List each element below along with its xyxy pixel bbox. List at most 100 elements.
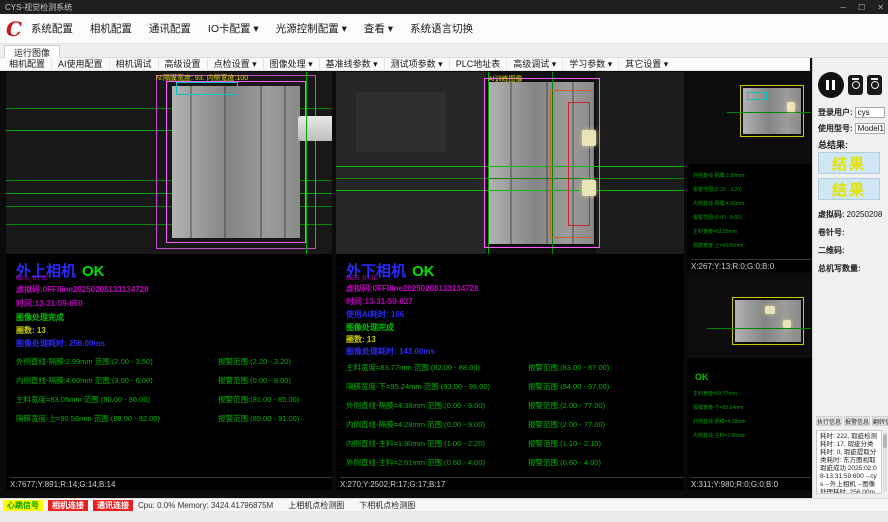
thumb-text-line: 隔膜宽度-上=90.56mm [693,242,743,249]
pixel-coords-readout: X:270;Y:2502;R:17;G:17;B:17 [340,477,684,490]
measurement-row: 主料宽度=83.05mm 范围:(80.00 - 86.00) 报警范围:(81… [16,394,328,405]
vcode-value: 20250208 [847,210,883,219]
thumb-text-line: 内侧直线-主料=1.90mm [693,432,746,439]
thumb-text-line: 外侧直线-隔膜:2.99mm [693,172,744,179]
pause-button[interactable] [818,72,844,98]
thumb-text-line: 报警范围:(2.20 - 3.20) [693,186,742,193]
close-button[interactable]: ✕ [877,3,884,12]
camera-panel-outer-upper[interactable]: N:隔膜宽度: 93. 内侧宽度:100 外上相机OK MES_BYTE 虚拟码… [6,72,332,490]
login-user-input[interactable]: cys [855,107,885,118]
status-bar: 心跳信号 相机连接 通讯连接 Cpu: 0.0% Memory: 3424.41… [0,498,888,511]
camera-image-outer-upper[interactable]: N:隔膜宽度: 93. 内侧宽度:100 [6,72,332,254]
measurement-row: 隔膜宽度-下=95.24mm 范围:(93.00 - 98.00) 报警范围:(… [346,381,680,392]
tool-baseline-params[interactable]: 基准线参数 ▾ [326,58,385,71]
tool-image-process[interactable]: 图像处理 ▾ [270,58,320,71]
tool-learn-params[interactable]: 学习参数 ▾ [569,58,619,71]
camera-snapshot-button[interactable] [848,75,863,95]
process-done-line: 图像处理完成 [16,312,64,323]
menu-language-switch[interactable]: 系统语言切换 [410,21,473,36]
tool-test-params[interactable]: 测试项参数 ▾ [391,58,450,71]
thumb-text-line: 内侧直线-隔膜:4.60mm [693,200,744,207]
measure-value: 主料宽度=83.05mm 范围:(80.00 - 86.00) [16,395,150,404]
thumb-panel-top[interactable]: 外侧直线-隔膜:2.99mm 报警范围:(2.20 - 3.20) 内侧直线-隔… [687,72,811,272]
log-scrollbar[interactable] [883,432,887,492]
write-count-row: 总机写数量: [818,262,885,274]
window-controls: ─ ☐ ✕ [840,0,884,14]
mes-label: MES_BYTE [16,276,48,282]
measurement-row: 内侧直线-隔膜:4.60mm 范围:(3.00 - 6.00) 报警范围:(0.… [16,375,328,386]
pixel-coords-readout: X:311;Y:980;R:0;G:0;B:0 [691,477,811,490]
menu-comm-config[interactable]: 通讯配置 [149,21,191,36]
highlight-spot [582,180,596,196]
elapsed-line: 图像处理耗时: 256.00ms [16,338,105,349]
thumb-image-top[interactable] [687,72,811,164]
alarm-range: 报警范围:(1.10 - 2.10) [528,438,601,449]
measurement-row: 内侧直线-隔膜=4.28mm 范围:(0.00 - 9.00) 报警范围:(2.… [346,419,680,430]
comm-link-badge: 通讯连接 [93,500,133,511]
measurement-row: 主料宽度=83.77mm 范围:(82.00 - 88.00) 报警范围:(83… [346,362,680,373]
heartbeat-badge: 心跳信号 [3,500,43,511]
window-title: CYS-视觉检测系统 [5,2,72,13]
measure-value: 外侧直线-隔膜:2.99mm 范围:(2.00 - 3.50) [16,357,153,366]
overlay-line [306,72,307,254]
total-result-row: 总结果: [818,138,885,150]
camera-panel-outer-lower[interactable]: AI训练图像 外下相机OK MES_BYTE 虚拟码:0FFIIine20250… [336,72,684,490]
tool-other-settings[interactable]: 其它设置 ▾ [625,58,674,71]
camera-view-button[interactable] [867,75,882,95]
tool-plc-table[interactable]: PLC地址表 [456,58,508,71]
camera-image-outer-lower[interactable]: AI训练图像 [336,72,684,254]
tab-strip: 运行图像 [0,44,888,58]
log-tab-alarm[interactable]: 报警信息 [844,416,870,426]
menu-view[interactable]: 查看 ▾ [364,21,393,36]
upper-camera-check-link[interactable]: 上相机点检测图 [288,500,344,511]
overlay-text: AI训练图像 [488,74,523,84]
alarm-range: 报警范围:(94.00 - 97.00) [528,381,609,392]
loop-count-line: 圈数: 13 [346,334,376,345]
minimize-button[interactable]: ─ [840,3,846,12]
log-textarea[interactable]: 耗时: 222, 瑕疵检测耗时: 17, 瑕疵分类耗时: 0, 瑕疵提取分类耗时… [816,430,882,494]
thumb-text-line: 报警范围:(0.00 - 8.00) [693,214,742,221]
menu-bar: C 系统配置 相机配置 通讯配置 IO卡配置 ▾ 光源控制配置 ▾ 查看 ▾ 系… [0,14,888,44]
alarm-range: 报警范围:(0.00 - 8.00) [218,375,291,386]
model-label: 使用型号: [818,123,853,134]
tool-spot-check[interactable]: 点检设置 ▾ [214,58,264,71]
log-tab-flip[interactable]: 翻转信息 [872,416,888,426]
pixel-coords-readout: X:7677;Y:891;R:14;G:14;B:14 [10,477,332,490]
app-logo-icon: C [6,19,22,39]
thumb-panel-bottom[interactable]: OK 主料宽度=83.77mm 隔膜宽度-下=95.24mm 外侧直线-隔膜=4… [687,276,811,490]
highlight-spot [582,130,596,146]
ai-time-line: 使用AI耗时: 166 [346,309,404,320]
model-input[interactable]: Model1 [855,123,885,134]
elapsed-line: 图像处理耗时: 143.00ms [346,346,435,357]
menu-io-config[interactable]: IO卡配置 ▾ [208,21,259,36]
mes-label: MES_BYTE [346,276,378,282]
measurement-row: 外侧直线-主料=2.61mm 范围:(0.60 - 4.00) 报警范围:(0.… [346,457,680,468]
log-tabs: 执行信息 报警信息 翻转信息 [816,416,882,426]
vcode-label: 虚拟码: [818,209,845,220]
measurement-row: 外侧直线-隔膜=4.38mm 范围:(0.00 - 9.00) 报警范围:(2.… [346,400,680,411]
lower-camera-check-link[interactable]: 下相机点检测图 [359,500,415,511]
measure-value: 内侧直线-隔膜=4.28mm 范围:(0.00 - 9.00) [346,420,485,429]
tool-camera-config[interactable]: 相机配置 [9,58,52,71]
thumb-text-line: 隔膜宽度-下=95.24mm [693,404,743,411]
status-ok-label: OK [412,263,435,280]
log-tab-exec[interactable]: 执行信息 [816,416,842,426]
menu-camera-config[interactable]: 相机配置 [90,21,132,36]
pixel-coords-readout: X:267;Y:13;R:0;G:0;B:0 [691,259,811,272]
tool-camera-debug[interactable]: 相机调试 [116,58,159,71]
thumb-text-line: 主料宽度=83.77mm [693,390,737,397]
measure-value: 内侧直线-隔膜:4.60mm 范围:(3.00 - 6.00) [16,376,153,385]
thumb-image-bottom[interactable] [687,276,811,358]
measure-value: 隔膜宽度-下=95.24mm 范围:(93.00 - 98.00) [346,382,490,391]
control-buttons: ← [818,70,885,100]
overlay-measure-box [176,82,238,95]
menu-light-config[interactable]: 光源控制配置 ▾ [276,21,347,36]
menu-system-config[interactable]: 系统配置 [31,21,73,36]
tool-advanced-settings[interactable]: 高级设置 [165,58,208,71]
tool-ai-config[interactable]: AI使用配置 [58,58,110,71]
login-user-label: 登录用户: [818,107,853,118]
login-user-field: 登录用户: cys [818,106,885,118]
maximize-button[interactable]: ☐ [858,3,865,12]
tool-advanced-debug[interactable]: 高级调试 ▾ [513,58,563,71]
highlight-spot [765,306,775,314]
